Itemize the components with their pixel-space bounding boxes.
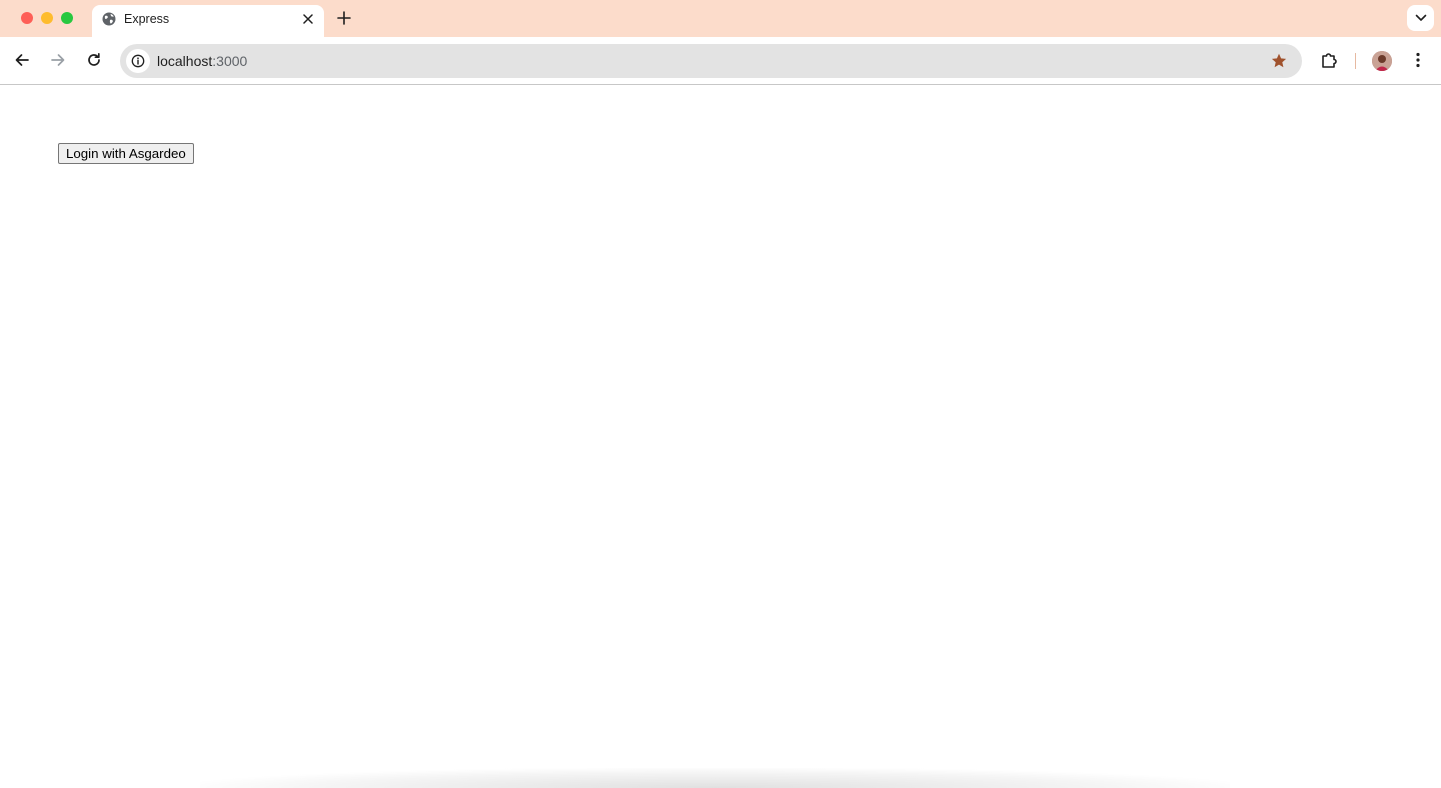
toolbar-divider <box>1355 53 1356 69</box>
url-host: localhost <box>157 53 213 69</box>
tab-title: Express <box>124 12 170 26</box>
close-window-button[interactable] <box>21 12 33 24</box>
more-menu-icon[interactable] <box>1407 49 1429 71</box>
url-text: localhost:3000 <box>157 53 247 69</box>
minimize-window-button[interactable] <box>41 12 53 24</box>
reload-icon[interactable] <box>83 49 105 71</box>
url-port: :3000 <box>212 53 248 69</box>
back-arrow-icon[interactable] <box>11 49 33 71</box>
bottom-shadow <box>200 768 1230 788</box>
tab-search-chevron-down-icon[interactable] <box>1407 5 1434 31</box>
close-icon[interactable] <box>300 11 316 27</box>
new-tab-plus-icon[interactable] <box>335 9 353 27</box>
maximize-window-button[interactable] <box>61 12 73 24</box>
tab-strip: Express <box>0 0 1441 37</box>
forward-arrow-icon[interactable] <box>47 49 69 71</box>
profile-avatar[interactable] <box>1372 51 1392 71</box>
tab-express[interactable]: Express <box>92 5 324 37</box>
page-content: Login with Asgardeo <box>0 85 1441 788</box>
globe-icon <box>101 11 117 27</box>
bookmark-star-icon[interactable] <box>1270 52 1288 70</box>
address-bar[interactable]: localhost:3000 <box>120 44 1302 78</box>
browser-toolbar: localhost:3000 <box>0 37 1441 85</box>
site-info-icon[interactable] <box>126 49 150 73</box>
login-with-asgardeo-button[interactable]: Login with Asgardeo <box>58 143 194 164</box>
browser-window: Express localhost:3000 Login with Asgard… <box>0 0 1441 788</box>
extensions-puzzle-icon[interactable] <box>1318 49 1340 71</box>
